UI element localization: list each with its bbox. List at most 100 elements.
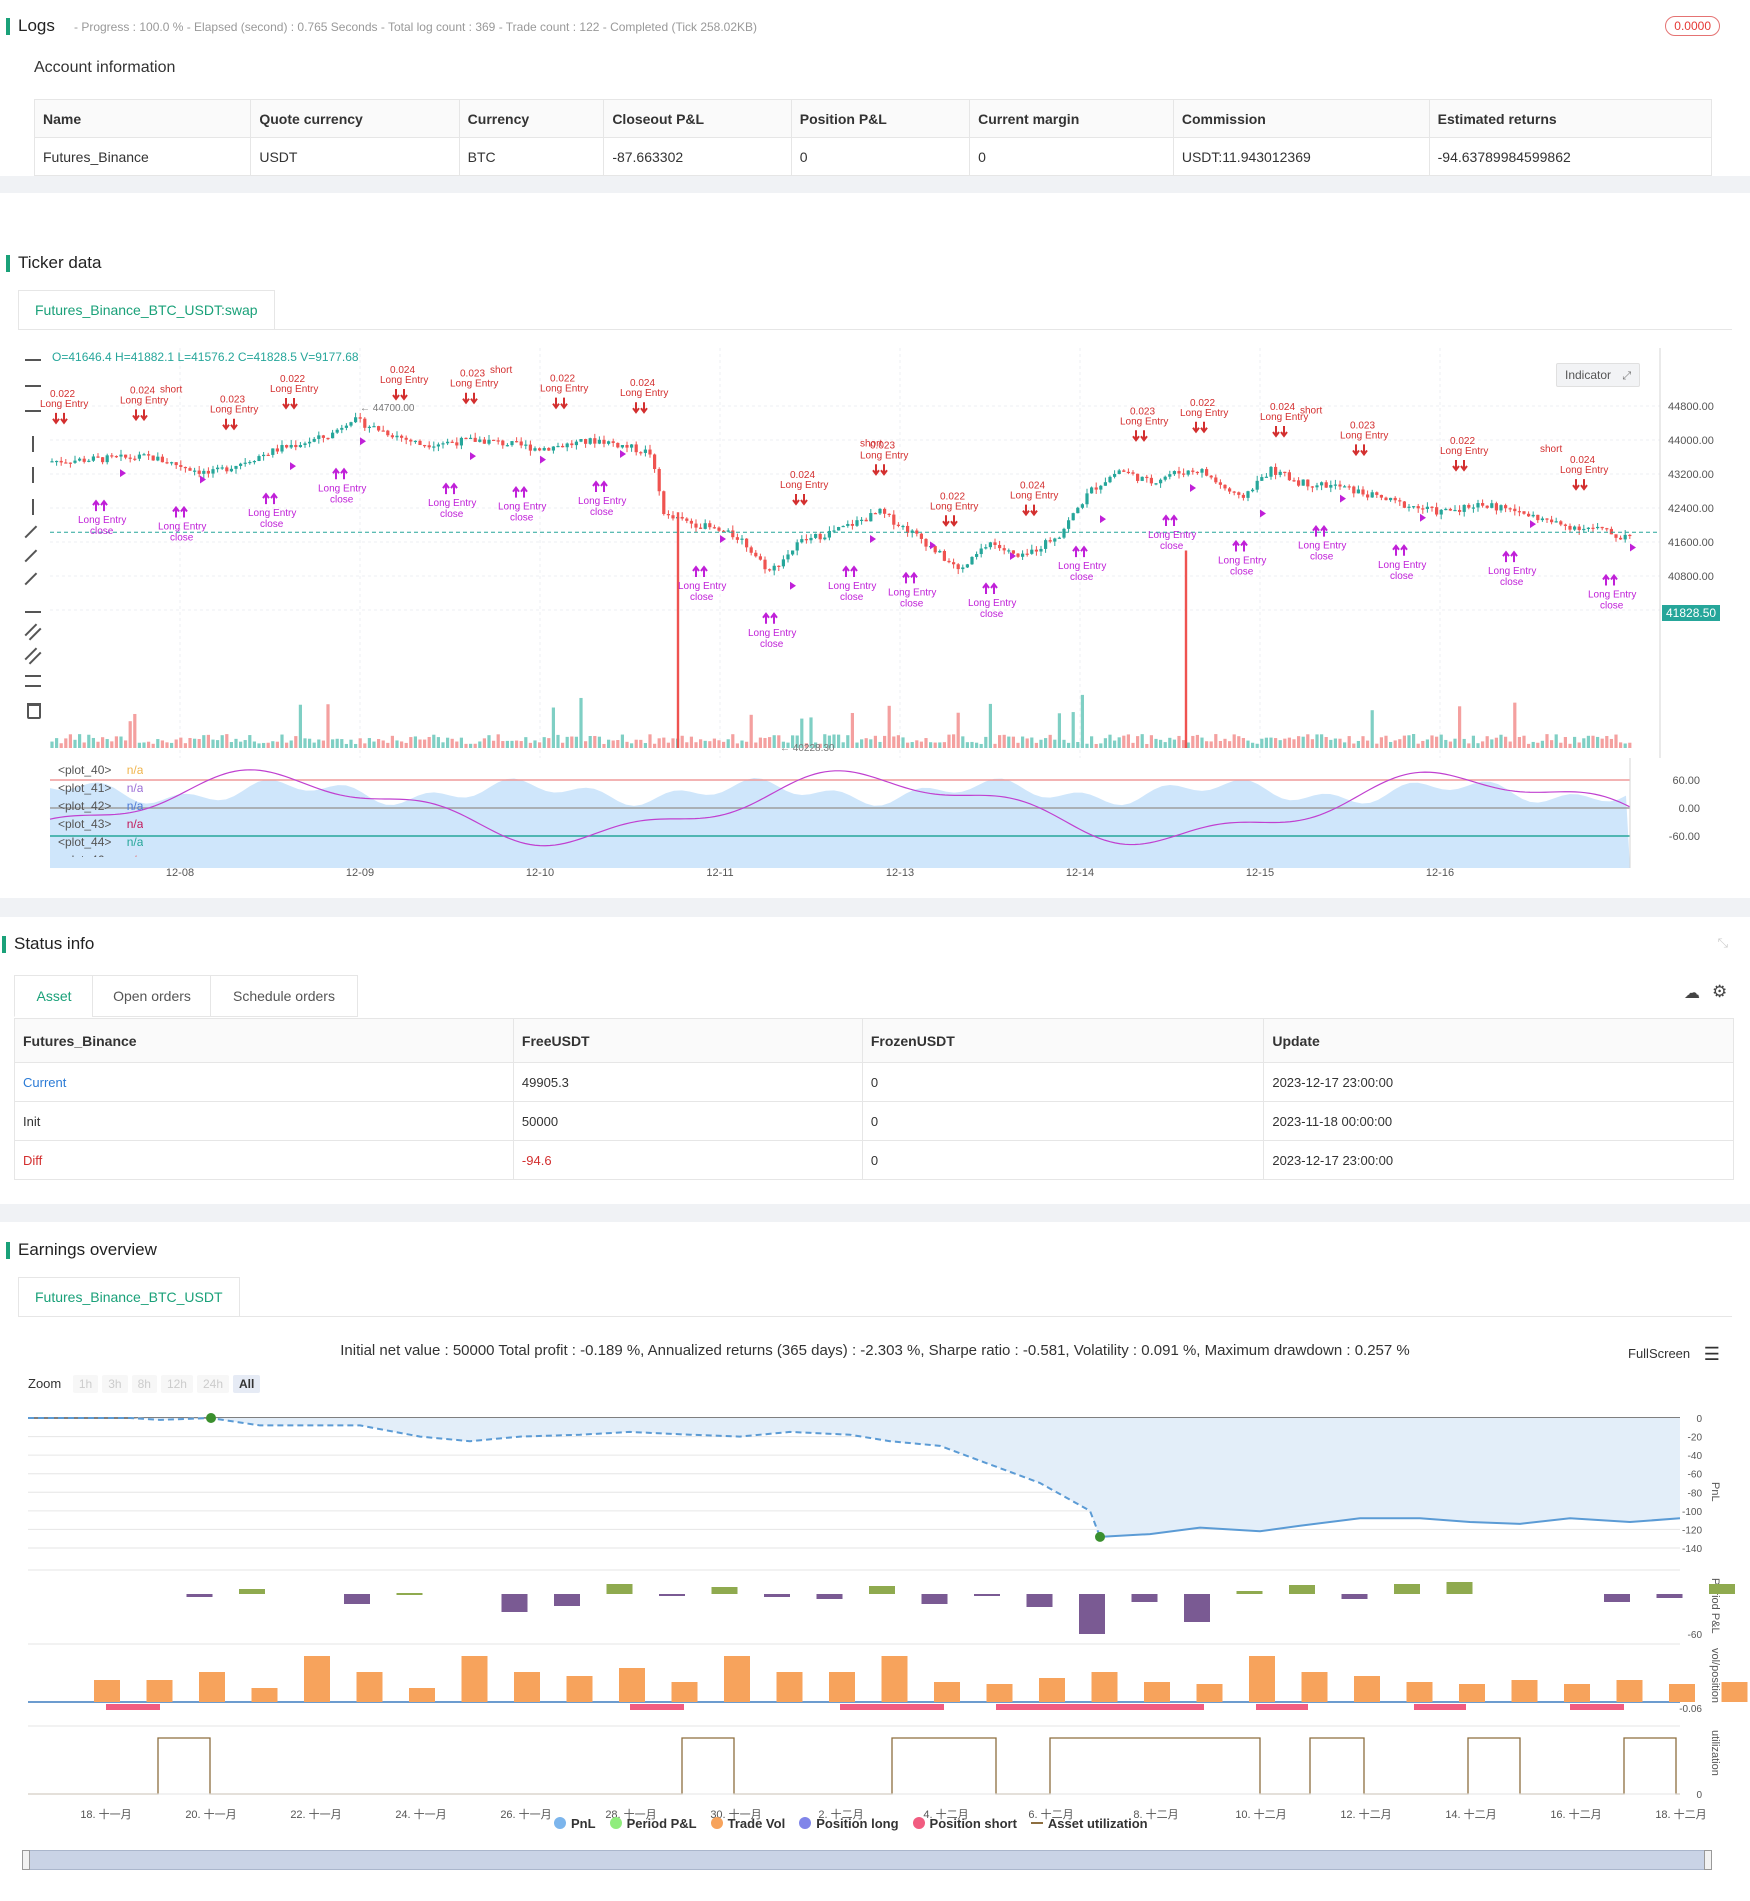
- period-pnl-bar: [974, 1594, 1000, 1596]
- asset-cell: Init: [14, 1101, 514, 1141]
- trade-entry-label: Long Entry: [1058, 561, 1106, 572]
- buy-arrow-icon: [592, 480, 608, 492]
- period-pnl-bar: [1079, 1594, 1105, 1634]
- navigator-handle-right[interactable]: [1704, 1850, 1712, 1870]
- candle-body: [915, 530, 919, 534]
- volume-bar: [1103, 738, 1107, 748]
- legend-item-period-p-l[interactable]: Period P&L: [609, 1816, 697, 1831]
- volume-bar: [298, 704, 302, 748]
- position-marker-icon: [1630, 543, 1636, 552]
- candle-body: [1444, 508, 1448, 511]
- candle-body: [1062, 528, 1066, 538]
- volume-bar: [1182, 740, 1186, 748]
- volume-bar: [1002, 734, 1006, 748]
- candle-body: [1002, 548, 1006, 551]
- period-pnl-bar: [606, 1584, 633, 1594]
- candle-body: [1113, 473, 1117, 477]
- candle-body: [538, 448, 542, 451]
- zoom-option-8h[interactable]: 8h: [131, 1375, 157, 1393]
- plot-legend-item: <plot_43> n/a: [58, 815, 143, 833]
- trade-vol-bar: [356, 1672, 383, 1702]
- collapse-icon[interactable]: ⤡: [1718, 935, 1728, 951]
- trade-close-label: close: [1600, 601, 1624, 612]
- menu-icon: ☰: [1703, 1344, 1720, 1364]
- volume-bar: [1264, 737, 1268, 748]
- legend-item-trade-vol[interactable]: Trade Vol: [710, 1816, 785, 1831]
- zoom-option-1h[interactable]: 1h: [72, 1375, 99, 1393]
- period-pnl-bar: [764, 1594, 790, 1597]
- ohlc-readout: O=41646.4 H=41882.1 L=41576.2 C=41828.5 …: [52, 350, 359, 364]
- ticker-tab[interactable]: Futures_Binance_BTC_USDT:swap: [18, 290, 275, 329]
- volume-bar: [1260, 738, 1264, 748]
- status-tab-open-orders[interactable]: Open orders: [92, 975, 212, 1017]
- candlestick-chart[interactable]: 44800.00 44000.00 43200.00 42400.00 41600.00…: [0, 338, 1750, 758]
- candle-body: [814, 533, 818, 538]
- candle-body: [597, 439, 601, 444]
- volume-bar: [1559, 742, 1563, 748]
- volume-bar: [1614, 734, 1618, 748]
- low-annotation: ← 40228.30: [780, 743, 835, 754]
- trade-vol-bar: [251, 1688, 278, 1702]
- candle-body: [1324, 482, 1328, 488]
- candle-body: [965, 564, 969, 568]
- volume-bar: [321, 740, 325, 748]
- download-icon[interactable]: ☁: [1684, 983, 1700, 1003]
- candle-body: [331, 432, 335, 439]
- trade-entry-label: Long Entry: [540, 384, 588, 395]
- candle-body: [1421, 508, 1425, 510]
- volume-bar: [850, 712, 854, 748]
- volume-bar: [1591, 735, 1595, 748]
- navigator-scrollbar[interactable]: [24, 1850, 1712, 1870]
- legend-item-pnl[interactable]: PnL: [554, 1816, 596, 1831]
- candle-body: [188, 468, 192, 471]
- trade-entry-label: Long Entry: [120, 395, 168, 406]
- zoom-option-24h[interactable]: 24h: [196, 1375, 229, 1393]
- earnings-chart[interactable]: 0 -20 -40 -60 -80 -100 -120 -140 PnL -60 Period P&…: [0, 1400, 1750, 1880]
- status-tab-asset[interactable]: Asset: [14, 975, 94, 1017]
- candle-body: [1090, 487, 1094, 494]
- volume-bar: [312, 742, 316, 748]
- asset-cell: Diff: [14, 1140, 514, 1180]
- candle-body: [1241, 494, 1245, 498]
- candle-body: [988, 542, 992, 548]
- volume-bar: [533, 740, 537, 748]
- candle-body: [749, 547, 753, 553]
- zoom-option-12h[interactable]: 12h: [160, 1375, 193, 1393]
- osc-tick-label: 60.00: [1672, 775, 1700, 787]
- legend-item-position-long[interactable]: Position long: [799, 1816, 899, 1831]
- legend-item-asset-utilization[interactable]: Asset utilization: [1030, 1816, 1148, 1831]
- earnings-tab[interactable]: Futures_Binance_BTC_USDT: [18, 1277, 240, 1316]
- candle-body: [321, 435, 325, 438]
- sell-arrow-icon: [632, 402, 648, 414]
- candle-body: [1011, 550, 1015, 554]
- legend-swatch-icon: [912, 1817, 925, 1829]
- candle-body: [469, 437, 473, 440]
- volume-bar: [1384, 735, 1388, 748]
- indicator-button[interactable]: Indicator ⤢: [1556, 363, 1641, 387]
- zoom-option-3h[interactable]: 3h: [102, 1375, 128, 1393]
- candle-body: [519, 441, 523, 446]
- trade-entry-label: Long Entry: [1560, 465, 1608, 476]
- candle-body: [1149, 477, 1153, 484]
- asset-col-header: FreeUSDT: [512, 1018, 863, 1063]
- volume-bar: [1343, 742, 1347, 748]
- volume-bar: [551, 707, 555, 748]
- fullscreen-button[interactable]: FullScreen ☰: [1628, 1344, 1720, 1365]
- trade-entry-label: Long Entry: [318, 483, 366, 494]
- account-cell: -94.63789984599862: [1428, 137, 1713, 176]
- candle-body: [1471, 507, 1475, 509]
- volume-bar: [505, 740, 509, 748]
- volume-bar: [229, 741, 233, 748]
- zoom-option-all[interactable]: All: [233, 1375, 261, 1393]
- fullscreen-label: FullScreen: [1628, 1346, 1691, 1361]
- pnl-tick-label: -80: [1688, 1488, 1703, 1499]
- legend-item-position-short[interactable]: Position short: [912, 1816, 1017, 1831]
- volume-bar: [413, 736, 417, 748]
- candle-body: [1292, 480, 1296, 482]
- period-tick-label: -60: [1688, 1630, 1703, 1641]
- candle-body: [478, 439, 482, 442]
- status-tab-schedule-orders[interactable]: Schedule orders: [210, 975, 358, 1017]
- candle-body: [1600, 526, 1604, 529]
- navigator-handle-left[interactable]: [22, 1850, 30, 1870]
- settings-icon[interactable]: ⚙: [1712, 982, 1727, 1002]
